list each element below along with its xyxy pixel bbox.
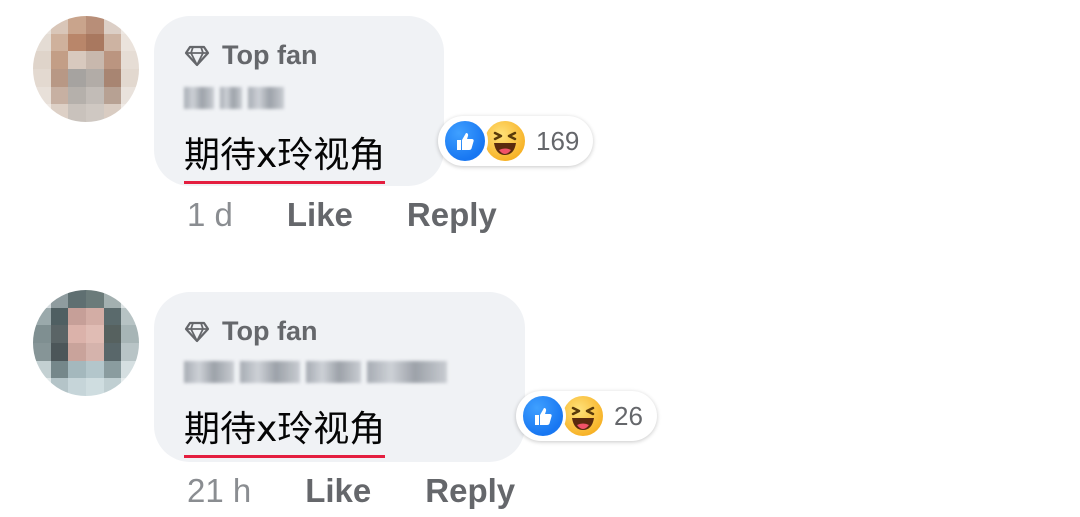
avatar[interactable] xyxy=(33,290,139,396)
reply-button[interactable]: Reply xyxy=(425,472,515,510)
like-reaction-icon xyxy=(442,118,488,164)
comment-actions: 1 d Like Reply xyxy=(187,196,497,234)
haha-reaction-icon xyxy=(482,118,528,164)
reaction-count: 26 xyxy=(614,400,643,431)
avatar[interactable] xyxy=(33,16,139,122)
spellcheck-underline xyxy=(184,181,386,184)
comment-text: 期待x玲视角 xyxy=(184,126,386,184)
badge-label: Top fan xyxy=(222,316,318,346)
top-fan-badge: Top fan xyxy=(184,316,317,347)
timestamp[interactable]: 21 h xyxy=(187,472,251,510)
comment-bubble[interactable]: Top fan 期待x玲视角 xyxy=(154,292,525,462)
commenter-name-redacted[interactable] xyxy=(184,86,284,110)
top-fan-badge: Top fan xyxy=(184,40,317,71)
timestamp[interactable]: 1 d xyxy=(187,196,233,234)
like-reaction-icon xyxy=(520,393,566,439)
badge-label: Top fan xyxy=(222,40,318,70)
diamond-icon xyxy=(184,321,210,342)
reaction-summary[interactable]: 26 xyxy=(516,391,657,441)
comment-actions: 21 h Like Reply xyxy=(187,472,515,510)
haha-reaction-icon xyxy=(560,393,606,439)
comment-thread: Top fan 期待x玲视角 169 1 d Like Reply Top fa… xyxy=(0,0,1080,517)
diamond-icon xyxy=(184,45,210,66)
like-button[interactable]: Like xyxy=(305,472,371,510)
like-button[interactable]: Like xyxy=(287,196,353,234)
commenter-name-redacted[interactable] xyxy=(184,360,447,384)
reaction-summary[interactable]: 169 xyxy=(438,116,594,166)
reaction-count: 169 xyxy=(536,125,580,156)
reply-button[interactable]: Reply xyxy=(407,196,497,234)
spellcheck-underline xyxy=(184,455,386,458)
comment-text: 期待x玲视角 xyxy=(184,400,386,458)
comment-bubble[interactable]: Top fan 期待x玲视角 xyxy=(154,16,444,186)
